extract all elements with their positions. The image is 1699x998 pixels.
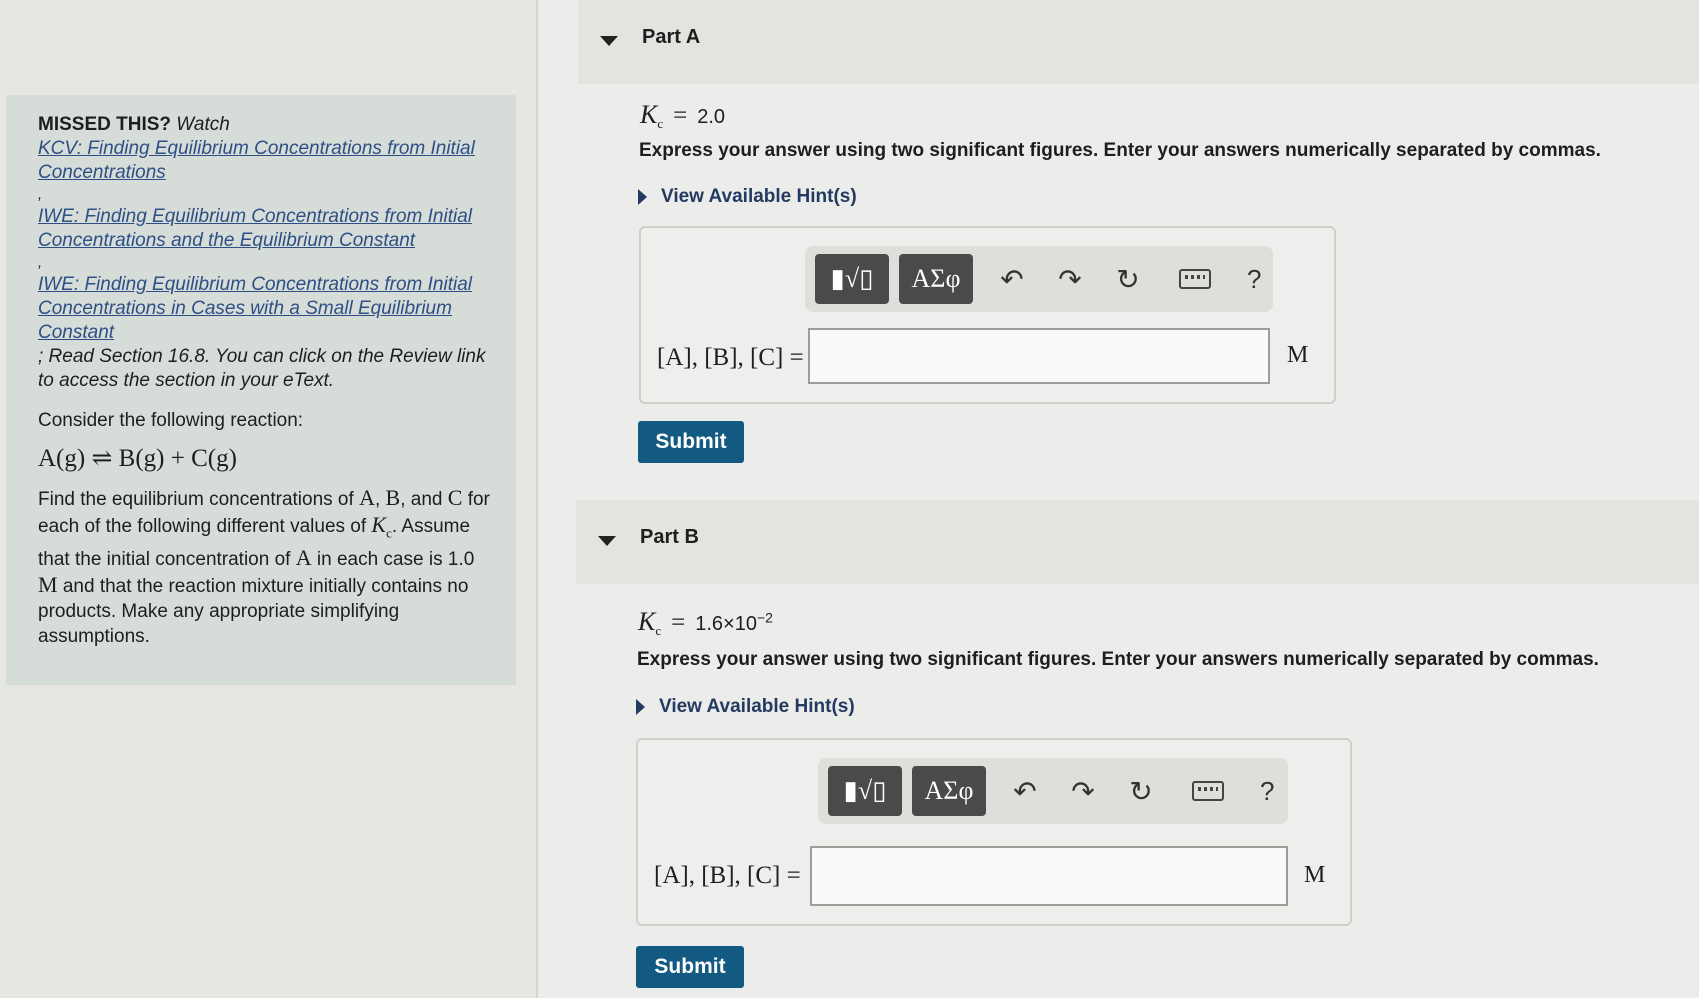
- part-a-answer-box: ▮√▯ ΑΣφ ↶ ↷ ↻ ? [A], [B], [C] = M: [639, 226, 1336, 404]
- templates-button[interactable]: ▮√▯: [815, 254, 889, 304]
- part-a-view-hints[interactable]: View Available Hint(s): [638, 186, 857, 208]
- part-a-title: Part A: [642, 26, 701, 48]
- missed-this-box: MISSED THIS? Watch KCV: Finding Equilibr…: [6, 95, 516, 685]
- link-iwe-small-equilibrium-constant[interactable]: IWE: Finding Equilibrium Concentrations …: [38, 273, 496, 345]
- part-a-math-toolbar: ▮√▯ ΑΣφ ↶ ↷ ↻ ?: [805, 246, 1273, 312]
- part-b-instruction: Express your answer using two significan…: [637, 649, 1599, 670]
- part-b-unit: M: [1304, 862, 1326, 888]
- reset-icon[interactable]: ↻: [1128, 775, 1154, 808]
- part-a-instruction: Express your answer using two significan…: [639, 140, 1601, 161]
- part-a-kc: Kc = 2.0: [640, 100, 726, 131]
- keyboard-icon[interactable]: [1179, 269, 1211, 289]
- part-b-math-toolbar: ▮√▯ ΑΣφ ↶ ↷ ↻ ?: [818, 758, 1288, 824]
- collapse-caret-icon[interactable]: [600, 36, 618, 46]
- reset-icon[interactable]: ↻: [1115, 263, 1141, 296]
- link-kcv-finding-equilibrium[interactable]: KCV: Finding Equilibrium Concentrations …: [38, 137, 496, 185]
- help-icon[interactable]: ?: [1260, 776, 1274, 807]
- part-a-unit: M: [1287, 342, 1309, 368]
- part-b-answer-label: [A], [B], [C] =: [654, 862, 801, 889]
- part-b-kc-value: 1.6×10: [695, 613, 757, 635]
- part-b-answer-box: ▮√▯ ΑΣφ ↶ ↷ ↻ ? [A], [B], [C] = M: [636, 738, 1352, 926]
- reaction-equation: A(g) ⇌ B(g) + C(g): [38, 445, 237, 472]
- part-a-answer-label: [A], [B], [C] =: [657, 344, 804, 371]
- templates-button[interactable]: ▮√▯: [828, 766, 902, 816]
- expand-caret-icon: [636, 699, 645, 715]
- link-separator: ,: [38, 186, 43, 203]
- link-separator: ,: [38, 254, 43, 271]
- left-panel: MISSED THIS? Watch KCV: Finding Equilibr…: [0, 0, 536, 998]
- missed-this-label: MISSED THIS?: [38, 114, 172, 135]
- read-section-note: ; Read Section 16.8. You can click on th…: [38, 346, 486, 391]
- part-b-answer-input[interactable]: [810, 846, 1288, 906]
- greek-symbols-button[interactable]: ΑΣφ: [912, 766, 986, 816]
- part-a-header[interactable]: Part A: [578, 0, 1699, 84]
- expand-caret-icon: [638, 189, 647, 205]
- redo-icon[interactable]: ↷: [1057, 263, 1083, 296]
- part-a-answer-input[interactable]: [808, 328, 1270, 384]
- part-b-view-hints[interactable]: View Available Hint(s): [636, 696, 855, 718]
- help-icon[interactable]: ?: [1247, 264, 1261, 295]
- problem-statement: Find the equilibrium concentrations of A…: [38, 485, 490, 648]
- part-a-kc-value: 2.0: [697, 106, 726, 128]
- keyboard-icon[interactable]: [1192, 781, 1224, 801]
- redo-icon[interactable]: ↷: [1070, 775, 1096, 808]
- undo-icon[interactable]: ↶: [999, 263, 1025, 296]
- part-b-kc: Kc = 1.6×10−2: [638, 607, 773, 638]
- part-b-header[interactable]: Part B: [576, 500, 1699, 584]
- collapse-caret-icon[interactable]: [598, 536, 616, 546]
- consider-text: Consider the following reaction:: [38, 410, 304, 431]
- greek-symbols-button[interactable]: ΑΣφ: [899, 254, 973, 304]
- watch-label: Watch: [176, 114, 230, 135]
- undo-icon[interactable]: ↶: [1012, 775, 1038, 808]
- part-b-title: Part B: [640, 526, 699, 548]
- part-a-submit-button[interactable]: Submit: [638, 421, 744, 463]
- link-iwe-equilibrium-constant[interactable]: IWE: Finding Equilibrium Concentrations …: [38, 205, 496, 253]
- part-b-submit-button[interactable]: Submit: [636, 946, 744, 988]
